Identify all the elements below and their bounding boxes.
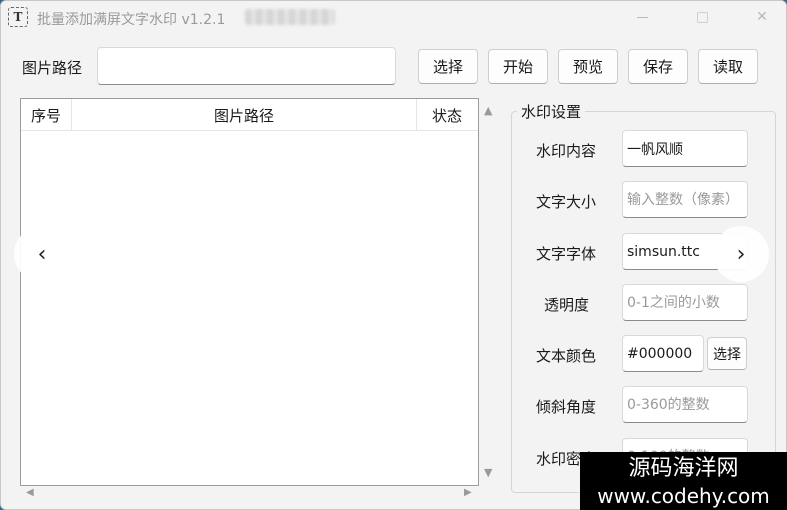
column-header-index[interactable]: 序号 [21,99,72,131]
content-label: 水印内容 [535,142,596,160]
minimize-icon [636,16,648,18]
next-image-button[interactable]: › [713,226,769,282]
tilt-angle-input[interactable] [622,386,748,423]
watermark-site-name: 源码海洋网 [628,456,739,481]
opacity-input[interactable] [622,284,748,321]
site-watermark: 源码海洋网 www.codehy.com [580,452,787,510]
app-window: T 批量添加满屏文字水印 v1.2.1 ✕ 图片路径 选择 开始 预览 保存 读… [0,0,787,510]
close-icon: ✕ [756,9,768,25]
text-color-label: 文本颜色 [535,347,596,365]
read-button[interactable]: 读取 [698,49,758,84]
chevron-left-icon: ‹ [37,241,47,267]
scroll-down-icon[interactable]: ▼ [484,466,492,479]
column-header-path[interactable]: 图片路径 [72,99,417,131]
horizontal-scrollbar[interactable]: ◀ ▶ [20,486,479,502]
close-button[interactable]: ✕ [739,1,785,33]
watermark-settings-title: 水印设置 [517,101,586,122]
table-header: 序号 图片路径 状态 [21,99,478,131]
font-size-label: 文字大小 [535,193,596,211]
scroll-left-icon[interactable]: ◀ [26,487,34,498]
font-family-label: 文字字体 [535,245,596,263]
chevron-right-icon: › [736,241,746,267]
select-button[interactable]: 选择 [418,49,478,84]
preview-button[interactable]: 预览 [558,49,618,84]
image-path-input[interactable] [97,47,396,85]
title-bar[interactable]: T 批量添加满屏文字水印 v1.2.1 ✕ [1,1,786,35]
column-header-status[interactable]: 状态 [417,99,477,131]
tilt-angle-label: 倾斜角度 [535,398,596,416]
minimize-button[interactable] [619,1,665,33]
maximize-icon [696,11,708,23]
font-size-input[interactable] [622,181,748,218]
app-icon: T [8,7,28,27]
start-button[interactable]: 开始 [488,49,548,84]
opacity-label: 透明度 [543,296,589,314]
blurred-title-suffix [245,9,335,25]
scroll-up-icon[interactable]: ▲ [484,104,492,117]
previous-image-button[interactable]: ‹ [14,226,70,282]
maximize-button[interactable] [679,1,725,33]
content-input[interactable] [622,130,748,167]
save-button[interactable]: 保存 [628,49,688,84]
color-select-button[interactable]: 选择 [707,337,747,370]
text-color-input[interactable] [622,335,704,372]
watermark-site-url: www.codehy.com [597,484,770,508]
image-list-table[interactable]: 序号 图片路径 状态 [20,98,479,486]
window-title: 批量添加满屏文字水印 v1.2.1 [37,12,226,28]
image-path-label: 图片路径 [22,59,83,77]
scroll-right-icon[interactable]: ▶ [464,487,472,498]
